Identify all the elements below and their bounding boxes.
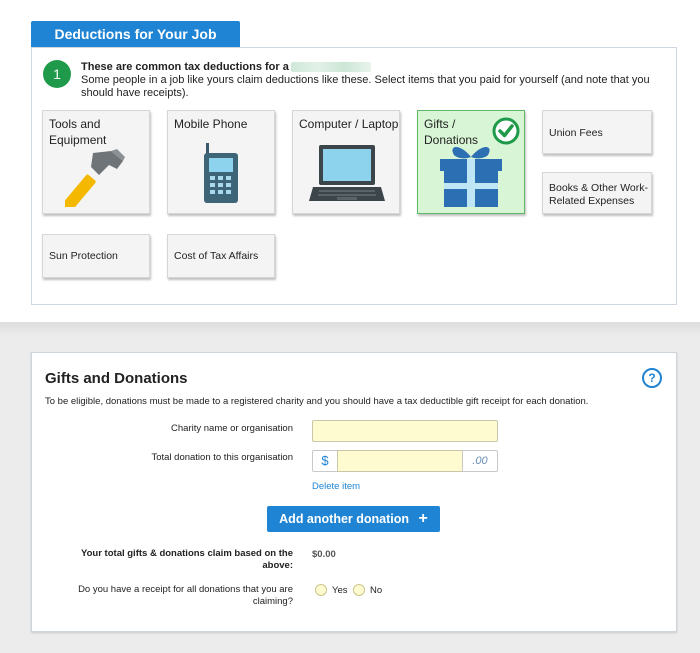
receipt-yes-label[interactable]: Yes xyxy=(332,585,348,596)
charity-name-label: Charity name or organisation xyxy=(171,423,293,434)
mobile-phone-icon xyxy=(204,143,238,203)
plus-icon: + xyxy=(418,510,428,527)
card-label: Union Fees xyxy=(549,127,603,139)
intro-heading: These are common tax deductions for a xyxy=(81,61,289,73)
card-label: Mobile Phone xyxy=(174,117,248,131)
card-books-work-expenses[interactable]: Books & Other Work-Related Expenses xyxy=(542,172,652,214)
add-button-label: Add another donation xyxy=(279,512,410,526)
section-description: To be eligible, donations must be made t… xyxy=(45,396,589,407)
card-label: Computer / Laptop xyxy=(299,117,399,131)
cents-field[interactable]: .00 xyxy=(462,450,498,472)
total-claim-value: $0.00 xyxy=(312,549,336,560)
receipt-no-radio[interactable] xyxy=(353,584,365,596)
total-claim-label: Your total gifts & donations claim based… xyxy=(80,548,293,571)
card-union-fees[interactable]: Union Fees xyxy=(542,110,652,154)
card-label: Cost of Tax Affairs xyxy=(174,250,259,262)
intro-text: These are common tax deductions for a So… xyxy=(81,61,661,100)
help-icon[interactable]: ? xyxy=(642,368,662,388)
receipt-question: Do you have a receipt for all donations … xyxy=(78,584,293,607)
step-number-badge: 1 xyxy=(43,60,71,88)
currency-symbol: $ xyxy=(312,450,338,472)
laptop-icon xyxy=(309,145,385,201)
total-donation-label: Total donation to this organisation xyxy=(151,452,293,463)
card-label: Sun Protection xyxy=(49,250,118,262)
receipt-no-label[interactable]: No xyxy=(370,585,382,596)
card-gifts-donations[interactable]: Gifts / Donations xyxy=(417,110,525,214)
intro-body: Some people in a job like yours claim de… xyxy=(81,74,650,99)
blurred-job-title xyxy=(290,62,371,73)
donation-amount-input[interactable] xyxy=(337,450,463,472)
delete-item-link[interactable]: Delete item xyxy=(312,481,360,492)
card-cost-of-tax-affairs[interactable]: Cost of Tax Affairs xyxy=(167,234,275,278)
card-label: Books & Other Work-Related Expenses xyxy=(549,182,649,207)
card-tools-equipment[interactable]: Tools and Equipment xyxy=(42,110,150,214)
receipt-yes-radio[interactable] xyxy=(315,584,327,596)
charity-name-input[interactable] xyxy=(312,420,498,442)
card-sun-protection[interactable]: Sun Protection xyxy=(42,234,150,278)
section-title: Gifts and Donations xyxy=(45,370,188,387)
card-computer-laptop[interactable]: Computer / Laptop xyxy=(292,110,400,214)
deductions-tab[interactable]: Deductions for Your Job xyxy=(31,21,240,48)
gift-icon xyxy=(440,147,502,207)
card-label: Tools and Equipment xyxy=(49,117,107,147)
hammer-icon xyxy=(65,149,125,207)
card-mobile-phone[interactable]: Mobile Phone xyxy=(167,110,275,214)
add-another-donation-button[interactable]: Add another donation + xyxy=(267,506,440,532)
